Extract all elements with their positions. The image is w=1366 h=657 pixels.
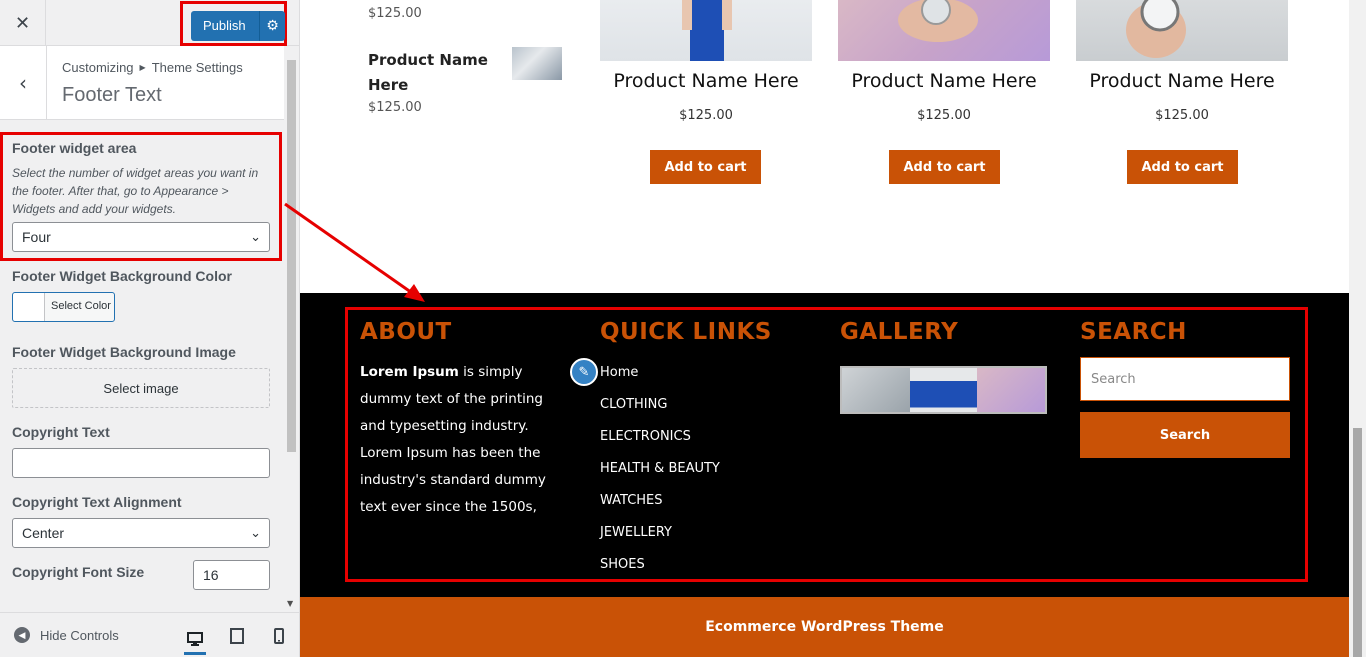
desktop-preview-icon[interactable]: [184, 625, 206, 655]
quick-link-electronics[interactable]: ELECTRONICS: [600, 429, 691, 444]
hide-controls-button[interactable]: ◀ Hide Controls: [14, 627, 119, 643]
hide-controls-label: Hide Controls: [40, 627, 119, 643]
copyright-align-select[interactable]: Center ⌄: [12, 518, 270, 548]
pencil-edit-icon[interactable]: ✎: [570, 358, 598, 386]
product-image[interactable]: [600, 0, 812, 61]
mobile-preview-icon[interactable]: [268, 625, 290, 647]
color-swatch: [13, 293, 45, 321]
quick-link-jewellery[interactable]: JEWELLERY: [600, 525, 672, 540]
quick-links-heading: QUICK LINKS: [600, 319, 772, 345]
quick-link-shoes[interactable]: SHOES: [600, 557, 645, 572]
select-color-button[interactable]: Select Color: [12, 292, 115, 322]
gallery-strip: [840, 366, 1047, 414]
sidebar-scrollbar[interactable]: ▼: [284, 60, 298, 610]
gallery-heading: GALLERY: [840, 319, 959, 345]
add-to-cart-button[interactable]: Add to cart: [1127, 150, 1238, 184]
scroll-down-arrow-icon[interactable]: ▼: [287, 599, 293, 608]
about-bold: Lorem Ipsum: [360, 364, 459, 380]
section-header: ‹ Customizing ▶ Theme Settings Footer Text: [0, 46, 284, 120]
copyright-align-value: Center: [22, 525, 65, 541]
section-title: Footer Text: [62, 84, 162, 106]
customizer-header-bar: ✕ Publish ⚙: [0, 0, 299, 46]
small-product-price: $125.00: [368, 100, 422, 115]
breadcrumb: Customizing ▶ Theme Settings: [62, 60, 243, 75]
copyright-font-size-input[interactable]: 16: [193, 560, 270, 590]
breadcrumb-section: Theme Settings: [151, 60, 243, 75]
bg-color-label: Footer Widget Background Color: [12, 268, 232, 284]
quick-link-home[interactable]: Home: [600, 365, 638, 380]
product-price: $125.00: [917, 108, 971, 123]
publish-label: Publish: [203, 18, 246, 33]
about-text: Lorem Ipsum is simply dummy text of the …: [360, 359, 560, 521]
quick-link-clothing[interactable]: CLOTHING: [600, 397, 667, 412]
bg-image-label: Footer Widget Background Image: [12, 344, 236, 360]
small-product-name[interactable]: Product Name Here: [368, 48, 498, 98]
product-name[interactable]: Product Name Here: [824, 70, 1064, 92]
customizer-footer: ◀ Hide Controls: [0, 612, 299, 657]
add-to-cart-button[interactable]: Add to cart: [889, 150, 1000, 184]
copyright-text-label: Copyright Text: [12, 424, 110, 440]
about-heading: ABOUT: [360, 319, 452, 345]
add-to-cart-button[interactable]: Add to cart: [650, 150, 761, 184]
publish-button[interactable]: Publish ⚙: [191, 11, 285, 41]
product-image[interactable]: [1076, 0, 1288, 61]
gallery-image[interactable]: [977, 368, 1046, 412]
customizer-sidebar: ✕ Publish ⚙ ‹ Customizing ▶ Theme Settings…: [0, 0, 300, 657]
quick-link-watches[interactable]: WATCHES: [600, 493, 663, 508]
select-color-label: Select Color: [51, 300, 111, 312]
quick-link-health-beauty[interactable]: HEALTH & BEAUTY: [600, 461, 720, 476]
gallery-image[interactable]: [842, 368, 910, 412]
back-chevron-icon[interactable]: ‹: [0, 46, 47, 120]
chevron-down-icon: ⌄: [250, 229, 261, 244]
copyright-text-input[interactable]: [12, 448, 270, 478]
footer-widget-area-label: Footer widget area: [12, 140, 137, 156]
publish-highlight-box: Publish ⚙: [180, 1, 287, 46]
search-button[interactable]: Search: [1080, 412, 1290, 458]
preview-scroll-thumb[interactable]: [1353, 428, 1362, 657]
select-image-button[interactable]: Select image: [12, 368, 270, 408]
collapse-arrow-icon: ◀: [14, 627, 30, 643]
footer-widget-area-description: Select the number of widget areas you wa…: [12, 166, 259, 216]
copyright-bar: Ecommerce WordPress Theme: [300, 597, 1349, 657]
footer-widgets: ABOUT Lorem Ipsum is simply dummy text o…: [300, 293, 1349, 597]
breadcrumb-root: Customizing: [62, 60, 134, 75]
product-price: $125.00: [679, 108, 733, 123]
breadcrumb-separator-icon: ▶: [139, 63, 146, 72]
product-image[interactable]: [838, 0, 1050, 61]
about-body: is simply dummy text of the printing and…: [360, 364, 546, 515]
footer-widget-area-select[interactable]: Four ⌄: [12, 222, 270, 252]
product-name[interactable]: Product Name Here: [1062, 70, 1302, 92]
sidebar-scroll-thumb[interactable]: [287, 60, 296, 452]
search-input[interactable]: Search: [1080, 357, 1290, 401]
gear-icon[interactable]: ⚙: [259, 11, 285, 41]
tablet-preview-icon[interactable]: [226, 625, 248, 647]
small-product-thumbnail[interactable]: [512, 47, 562, 80]
gallery-image[interactable]: [909, 368, 978, 412]
controls-panel: Footer widget area Select the number of …: [0, 120, 284, 610]
product-name[interactable]: Product Name Here: [586, 70, 826, 92]
copyright-font-size-label: Copyright Font Size: [12, 564, 145, 580]
close-icon[interactable]: ✕: [0, 0, 46, 46]
small-product-price-top: $125.00: [368, 6, 422, 21]
copyright-align-label: Copyright Text Alignment: [12, 494, 182, 510]
preview-scrollbar[interactable]: [1349, 0, 1366, 657]
search-heading: SEARCH: [1080, 319, 1187, 345]
product-price: $125.00: [1155, 108, 1209, 123]
site-preview: $125.00 Product Name Here $125.00 Produc…: [300, 0, 1349, 657]
footer-widget-area-value: Four: [22, 229, 51, 245]
chevron-down-icon: ⌄: [250, 525, 261, 540]
